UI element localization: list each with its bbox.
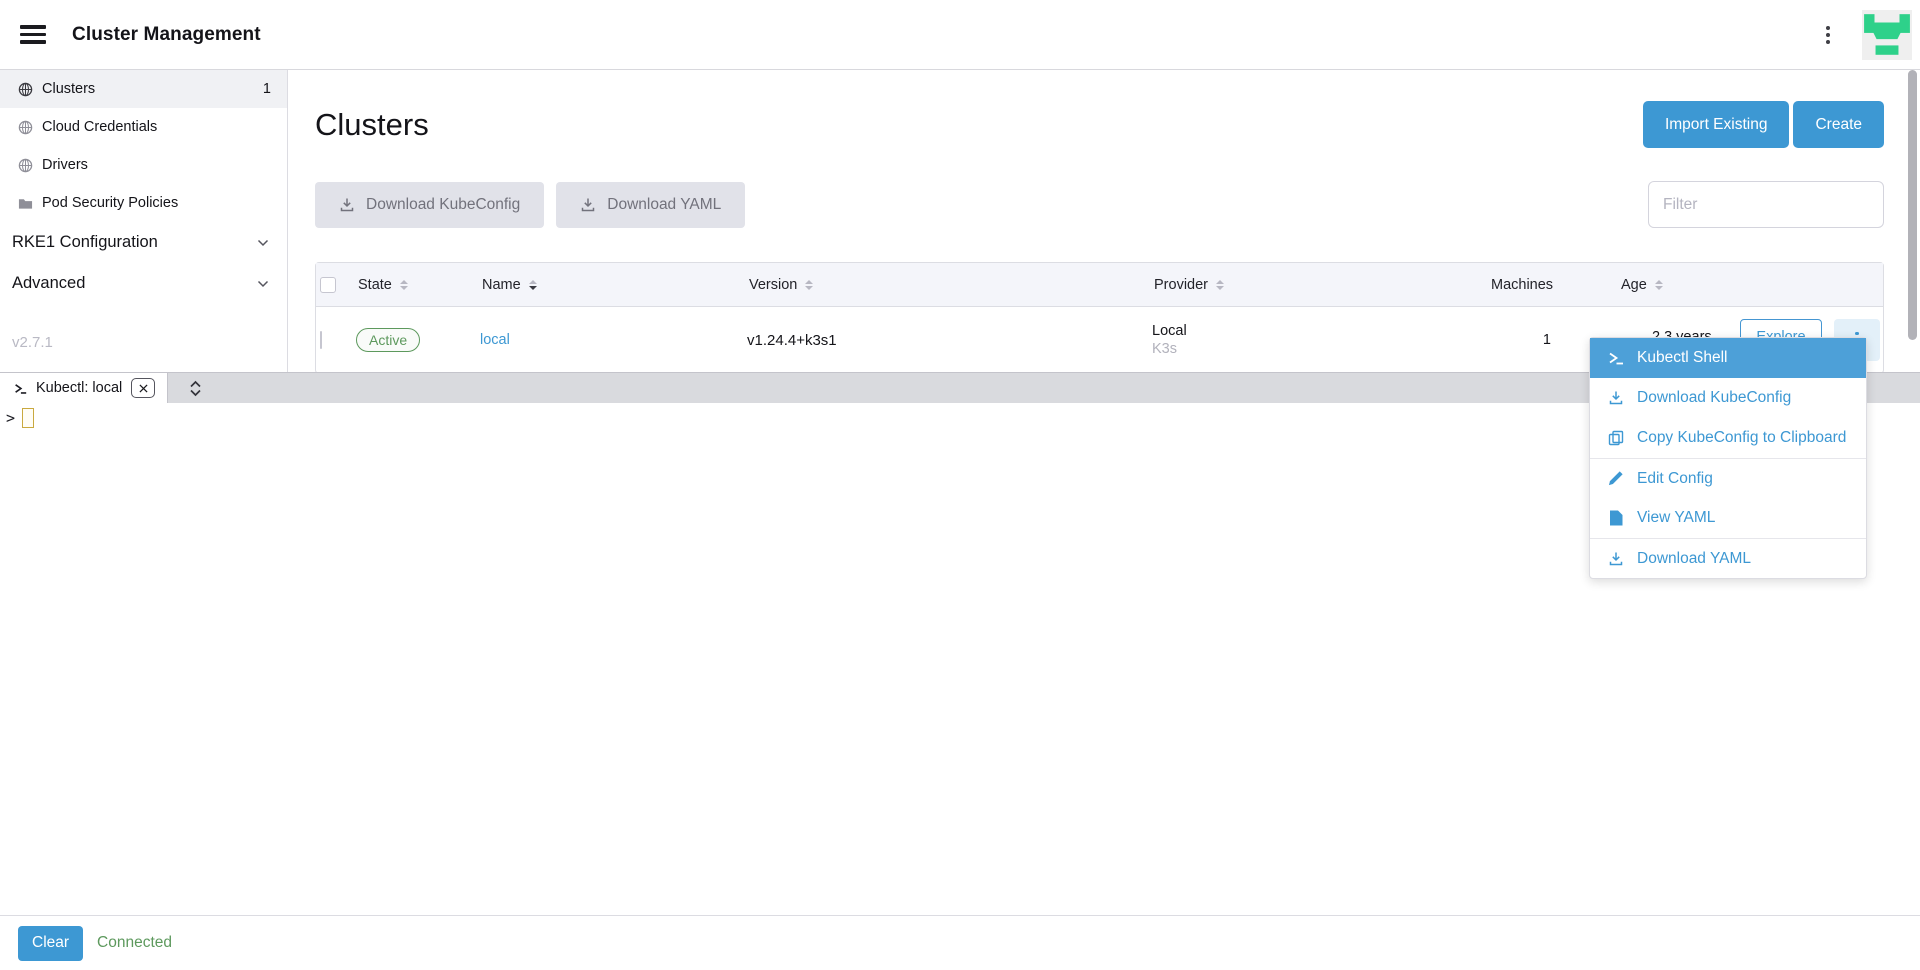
chevron-down-icon — [257, 239, 269, 247]
menu-item-download-yaml[interactable]: Download YAML — [1590, 538, 1866, 578]
sort-icon — [1216, 280, 1224, 290]
header-right — [1820, 10, 1920, 60]
download-yaml-button[interactable]: Download YAML — [556, 182, 745, 228]
cluster-provider: Local K3s — [1152, 322, 1489, 358]
copy-icon — [1607, 430, 1624, 446]
download-icon — [1607, 551, 1624, 567]
menu-toggle-button[interactable] — [16, 21, 50, 48]
menu-item-copy-kubeconfig[interactable]: Copy KubeConfig to Clipboard — [1590, 418, 1866, 458]
column-header-name[interactable]: Name — [480, 277, 747, 293]
terminal-cursor — [22, 408, 34, 428]
sidebar-item-clusters[interactable]: Clusters 1 — [0, 70, 287, 108]
sort-icon — [1655, 280, 1663, 290]
sidebar-group-advanced[interactable]: Advanced — [0, 263, 287, 304]
rancher-logo — [1862, 10, 1912, 60]
sidebar-item-label: Pod Security Policies — [42, 195, 178, 211]
sidebar-item-cloud-credentials[interactable]: Cloud Credentials — [0, 108, 287, 146]
menu-item-kubectl-shell[interactable]: Kubectl Shell — [1590, 338, 1866, 378]
download-icon — [339, 197, 355, 213]
terminal-prompt: > — [6, 409, 15, 427]
sidebar-item-label: Drivers — [42, 157, 88, 173]
sidebar-item-label: Clusters — [42, 81, 95, 97]
file-icon — [1607, 510, 1624, 526]
import-existing-button[interactable]: Import Existing — [1643, 101, 1790, 148]
column-header-age[interactable]: Age — [1609, 277, 1739, 293]
kubectl-tab[interactable]: Kubectl: local — [0, 373, 168, 403]
terminal-status-bar: Clear Connected — [0, 915, 1920, 970]
page-title: Clusters — [315, 107, 429, 143]
chevron-down-icon — [257, 280, 269, 288]
pencil-icon — [1607, 471, 1624, 486]
download-kubeconfig-button[interactable]: Download KubeConfig — [315, 182, 544, 228]
connection-status: Connected — [97, 934, 172, 952]
column-header-machines: Machines — [1489, 277, 1609, 293]
sidebar-item-label: Cloud Credentials — [42, 119, 157, 135]
menu-item-download-kubeconfig[interactable]: Download KubeConfig — [1590, 378, 1866, 418]
sort-icon — [400, 280, 408, 290]
download-icon — [1607, 390, 1624, 406]
cluster-name-link[interactable]: local — [480, 332, 510, 348]
select-all-checkbox[interactable] — [320, 277, 336, 293]
globe-icon — [18, 120, 33, 135]
header-kebab-menu-button[interactable] — [1820, 20, 1836, 50]
cluster-version: v1.24.4+k3s1 — [747, 332, 1152, 349]
menu-item-edit-config[interactable]: Edit Config — [1590, 458, 1866, 498]
kubectl-tab-label: Kubectl: local — [36, 380, 122, 396]
sidebar-group-rke1-configuration[interactable]: RKE1 Configuration — [0, 222, 287, 263]
create-button[interactable]: Create — [1793, 101, 1884, 148]
row-actions-menu: Kubectl Shell Download KubeConfig Copy K… — [1589, 337, 1867, 579]
sidebar-item-drivers[interactable]: Drivers — [0, 146, 287, 184]
terminal-icon — [1607, 350, 1624, 366]
sidebar-group-label: RKE1 Configuration — [12, 233, 158, 252]
drawer-resize-handle[interactable] — [187, 378, 204, 399]
app-title: Cluster Management — [72, 24, 261, 46]
column-header-version[interactable]: Version — [747, 277, 1152, 293]
table-header-row: State Name Version Provider Machines Age — [316, 263, 1883, 307]
terminal-icon — [14, 382, 27, 395]
folder-icon — [18, 196, 33, 211]
filter-input[interactable] — [1648, 181, 1884, 228]
globe-icon — [18, 82, 33, 97]
menu-item-view-yaml[interactable]: View YAML — [1590, 498, 1866, 538]
clear-button[interactable]: Clear — [18, 926, 83, 961]
close-tab-button[interactable] — [131, 378, 155, 398]
app-header: Cluster Management — [0, 0, 1920, 70]
globe-icon — [18, 158, 33, 173]
close-icon — [139, 384, 148, 393]
column-header-provider[interactable]: Provider — [1152, 277, 1489, 293]
download-icon — [580, 197, 596, 213]
sidebar-item-pod-security-policies[interactable]: Pod Security Policies — [0, 184, 287, 222]
sort-icon — [805, 280, 813, 290]
vertical-scrollbar[interactable] — [1908, 70, 1917, 340]
sidebar-item-count: 1 — [263, 81, 271, 97]
sort-icon — [529, 280, 537, 290]
sidebar-group-label: Advanced — [12, 274, 85, 293]
row-checkbox[interactable] — [320, 331, 322, 349]
column-header-state[interactable]: State — [356, 277, 480, 293]
status-badge: Active — [356, 328, 420, 352]
version-label: v2.7.1 — [12, 334, 53, 351]
